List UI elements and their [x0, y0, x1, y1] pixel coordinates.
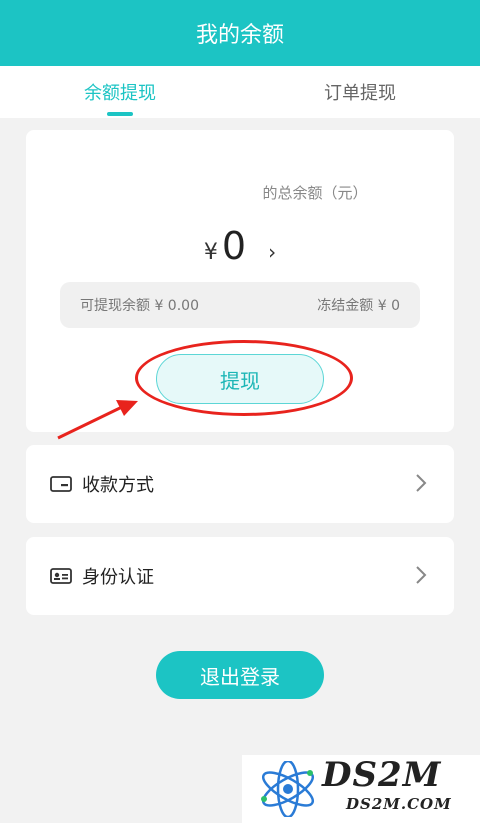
- payment-method-item[interactable]: 收款方式: [26, 445, 454, 523]
- identity-verification-item[interactable]: 身份认证: [26, 537, 454, 615]
- page-title: 我的余额: [195, 23, 284, 48]
- total-balance-label: 的总余额（元）: [262, 184, 368, 202]
- watermark-text: DS2M: [322, 755, 442, 795]
- balance-amount: 0: [221, 224, 247, 268]
- tab-balance-withdraw[interactable]: 余额提现: [0, 66, 240, 118]
- frozen-amount: 冻结金额 ¥ 0: [317, 298, 400, 314]
- active-tab-indicator: [107, 112, 133, 116]
- balance-details-bar: 可提现余额 ¥ 0.00 冻结金额 ¥ 0: [60, 282, 420, 328]
- watermark-subtext: DS2M.COM: [346, 795, 452, 813]
- withdraw-button[interactable]: 提现: [156, 354, 324, 404]
- identity-verification-label: 身份认证: [82, 567, 154, 588]
- currency-symbol: ¥: [203, 240, 218, 265]
- id-card-icon: [50, 567, 72, 585]
- tab-label: 余额提现: [84, 83, 156, 104]
- tab-label: 订单提现: [324, 83, 396, 104]
- tab-bar: 余额提现 订单提现: [0, 66, 480, 118]
- balance-amount-row[interactable]: ¥ 0 ›: [26, 224, 454, 268]
- chevron-right-icon: [416, 566, 427, 584]
- app-header: 我的余额: [0, 0, 480, 66]
- payment-method-label: 收款方式: [82, 475, 154, 496]
- atom-logo-icon: [261, 761, 315, 817]
- chevron-right-icon: [416, 474, 427, 492]
- watermark: DS2M DS2M.COM: [242, 755, 480, 823]
- balance-card: 的总余额（元） ¥ 0 › 可提现余额 ¥ 0.00 冻结金额 ¥ 0 提现: [26, 130, 454, 432]
- tab-order-withdraw[interactable]: 订单提现: [240, 66, 480, 118]
- card-icon: [50, 475, 72, 493]
- logout-button[interactable]: 退出登录: [156, 651, 324, 699]
- withdrawable-balance: 可提现余额 ¥ 0.00: [80, 298, 199, 314]
- chevron-right-icon[interactable]: ›: [268, 240, 276, 264]
